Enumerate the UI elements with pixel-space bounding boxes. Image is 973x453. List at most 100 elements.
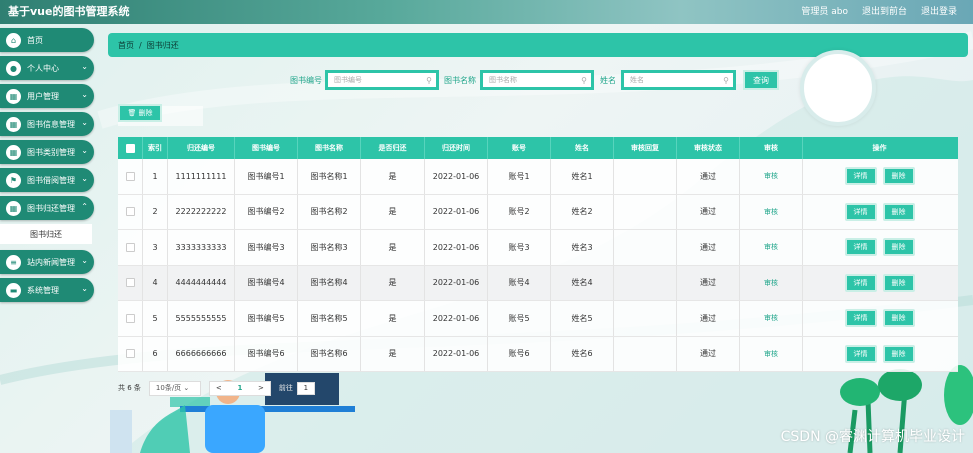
page-size-select[interactable]: 10条/页 ⌄	[148, 380, 201, 396]
delete-button[interactable]: 删除	[882, 309, 915, 328]
cell-reply	[614, 336, 677, 371]
row-select[interactable]	[118, 301, 143, 336]
audit-link[interactable]: 审核	[764, 278, 778, 288]
row-select[interactable]	[118, 159, 143, 194]
page-nav: < 1 >	[208, 380, 271, 396]
chevron-down-icon: ⌄	[81, 146, 88, 155]
book-no-label: 图书编号	[290, 76, 322, 85]
delete-button[interactable]: 删除	[882, 238, 915, 257]
header-reply: 审核回复	[614, 137, 677, 159]
book-no-placeholder: 图书编号	[334, 76, 362, 84]
header-index: 索引	[143, 137, 168, 159]
detail-button[interactable]: 详情	[844, 238, 877, 257]
row-select[interactable]	[118, 194, 143, 229]
cell-audit: 审核	[740, 301, 803, 336]
cell-book-name: 图书名称2	[298, 194, 361, 229]
exit-to-front-link[interactable]: 退出到前台	[862, 4, 907, 17]
audit-link[interactable]: 审核	[764, 242, 778, 252]
checkbox[interactable]	[125, 207, 135, 217]
sidebar-item-news[interactable]: ≡ 站内新闻管理 ⌄	[0, 250, 94, 274]
checkbox[interactable]	[125, 171, 135, 181]
batch-delete-button[interactable]: 🗑 删除	[118, 104, 162, 122]
book-no-input[interactable]: 图书编号 ⚲	[325, 70, 439, 90]
cell-book-name: 图书名称1	[298, 159, 361, 194]
query-button[interactable]: 查询	[743, 70, 779, 90]
cell-index: 6	[143, 336, 168, 371]
sidebar-item-label: 用户管理	[27, 91, 59, 101]
delete-button[interactable]: 删除	[882, 202, 915, 221]
delete-button[interactable]: 删除	[882, 273, 915, 292]
detail-button[interactable]: 详情	[844, 167, 877, 186]
goto-page-input[interactable]: 1	[296, 381, 315, 395]
checkbox[interactable]	[125, 143, 135, 153]
cell-actions: 详情 删除	[803, 195, 956, 230]
table-row[interactable]: 1 1111111111 图书编号1 图书名称1 是 2022-01-06 账号1 姓名1 通过…	[118, 159, 958, 195]
delete-button[interactable]: 删除	[882, 344, 915, 363]
book-name-input[interactable]: 图书名称 ⚲	[480, 70, 594, 90]
audit-link[interactable]: 审核	[764, 207, 778, 217]
checkbox[interactable]	[125, 349, 135, 359]
breadcrumb-separator: /	[139, 40, 142, 50]
next-page-button[interactable]: >	[258, 384, 264, 392]
audit-link[interactable]: 审核	[764, 349, 778, 359]
breadcrumb-home[interactable]: 首页	[118, 40, 134, 51]
chevron-down-icon: ⌃	[81, 202, 88, 211]
sidebar-item-label: 图书信息管理	[27, 119, 75, 129]
total-count: 共 6 条	[118, 384, 141, 392]
row-select[interactable]	[118, 230, 143, 265]
sidebar-subitem-book-return[interactable]: 图书归还	[0, 224, 92, 244]
book-icon: ▦	[6, 116, 21, 132]
page-size-value: 10条/页	[155, 384, 182, 392]
book-name-label: 图书名称	[444, 76, 476, 85]
cell-return-no: 1111111111	[168, 159, 235, 194]
row-select[interactable]	[118, 336, 143, 371]
cell-actions: 详情 删除	[803, 301, 956, 336]
table-row[interactable]: 6 6666666666 图书编号6 图书名称6 是 2022-01-06 账号6 姓名6 通过…	[118, 336, 958, 372]
header-select-all[interactable]	[118, 137, 143, 159]
sidebar-item-book-info[interactable]: ▦ 图书信息管理 ⌄	[0, 112, 94, 136]
sidebar-item-home[interactable]: ⌂ 首页	[0, 28, 94, 52]
sidebar-item-borrow[interactable]: ⚑ 图书借阅管理 ⌄	[0, 168, 94, 192]
system-icon: ▬	[6, 282, 21, 298]
audit-link[interactable]: 审核	[764, 313, 778, 323]
sidebar-item-book-category[interactable]: ▦ 图书类别管理 ⌄	[0, 140, 94, 164]
checkbox[interactable]	[125, 278, 135, 288]
detail-button[interactable]: 详情	[844, 273, 877, 292]
logout-link[interactable]: 退出登录	[921, 4, 957, 17]
search-bar: 图书编号 图书编号 ⚲ 图书名称 图书名称 ⚲ 姓名 姓名 ⚲	[0, 70, 973, 90]
table-row[interactable]: 5 5555555555 图书编号5 图书名称5 是 2022-01-06 账号5 姓名5 通过…	[118, 301, 958, 337]
cell-return-no: 4444444444	[168, 265, 235, 300]
cell-actions: 详情 删除	[803, 337, 956, 372]
current-page[interactable]: 1	[237, 384, 242, 392]
table-row[interactable]: 4 4444444444 图书编号4 图书名称4 是 2022-01-06 账号4 姓名4 通过…	[118, 265, 958, 301]
detail-button[interactable]: 详情	[844, 309, 877, 328]
cell-audit: 审核	[740, 265, 803, 300]
detail-button[interactable]: 详情	[844, 202, 877, 221]
audit-link[interactable]: 审核	[764, 171, 778, 181]
cell-account: 账号2	[488, 194, 551, 229]
cell-reply	[614, 230, 677, 265]
checkbox[interactable]	[125, 242, 135, 252]
sidebar-item-system[interactable]: ▬ 系统管理 ⌄	[0, 278, 94, 302]
search-icon: ⚲	[581, 76, 587, 85]
header-name: 姓名	[551, 137, 614, 159]
checkbox[interactable]	[125, 313, 135, 323]
detail-button[interactable]: 详情	[844, 344, 877, 363]
cell-book-name: 图书名称5	[298, 301, 361, 336]
cell-book-no: 图书编号2	[235, 194, 298, 229]
delete-button[interactable]: 删除	[882, 167, 915, 186]
prev-page-button[interactable]: <	[216, 384, 222, 392]
table-row[interactable]: 2 2222222222 图书编号2 图书名称2 是 2022-01-06 账号2 姓名2 通过…	[118, 194, 958, 230]
return-icon: ▦	[6, 200, 21, 216]
cell-return-time: 2022-01-06	[425, 159, 488, 194]
name-input[interactable]: 姓名 ⚲	[621, 70, 736, 90]
name-placeholder: 姓名	[630, 76, 644, 84]
cell-return-time: 2022-01-06	[425, 265, 488, 300]
table-row[interactable]: 3 3333333333 图书编号3 图书名称3 是 2022-01-06 账号3 姓名3 通过…	[118, 230, 958, 266]
row-select[interactable]	[118, 265, 143, 300]
header-return-time: 归还时间	[425, 137, 488, 159]
chevron-down-icon: ⌄	[81, 174, 88, 183]
cell-return-time: 2022-01-06	[425, 230, 488, 265]
cell-book-no: 图书编号3	[235, 230, 298, 265]
sidebar-item-return[interactable]: ▦ 图书归还管理 ⌃	[0, 196, 94, 220]
